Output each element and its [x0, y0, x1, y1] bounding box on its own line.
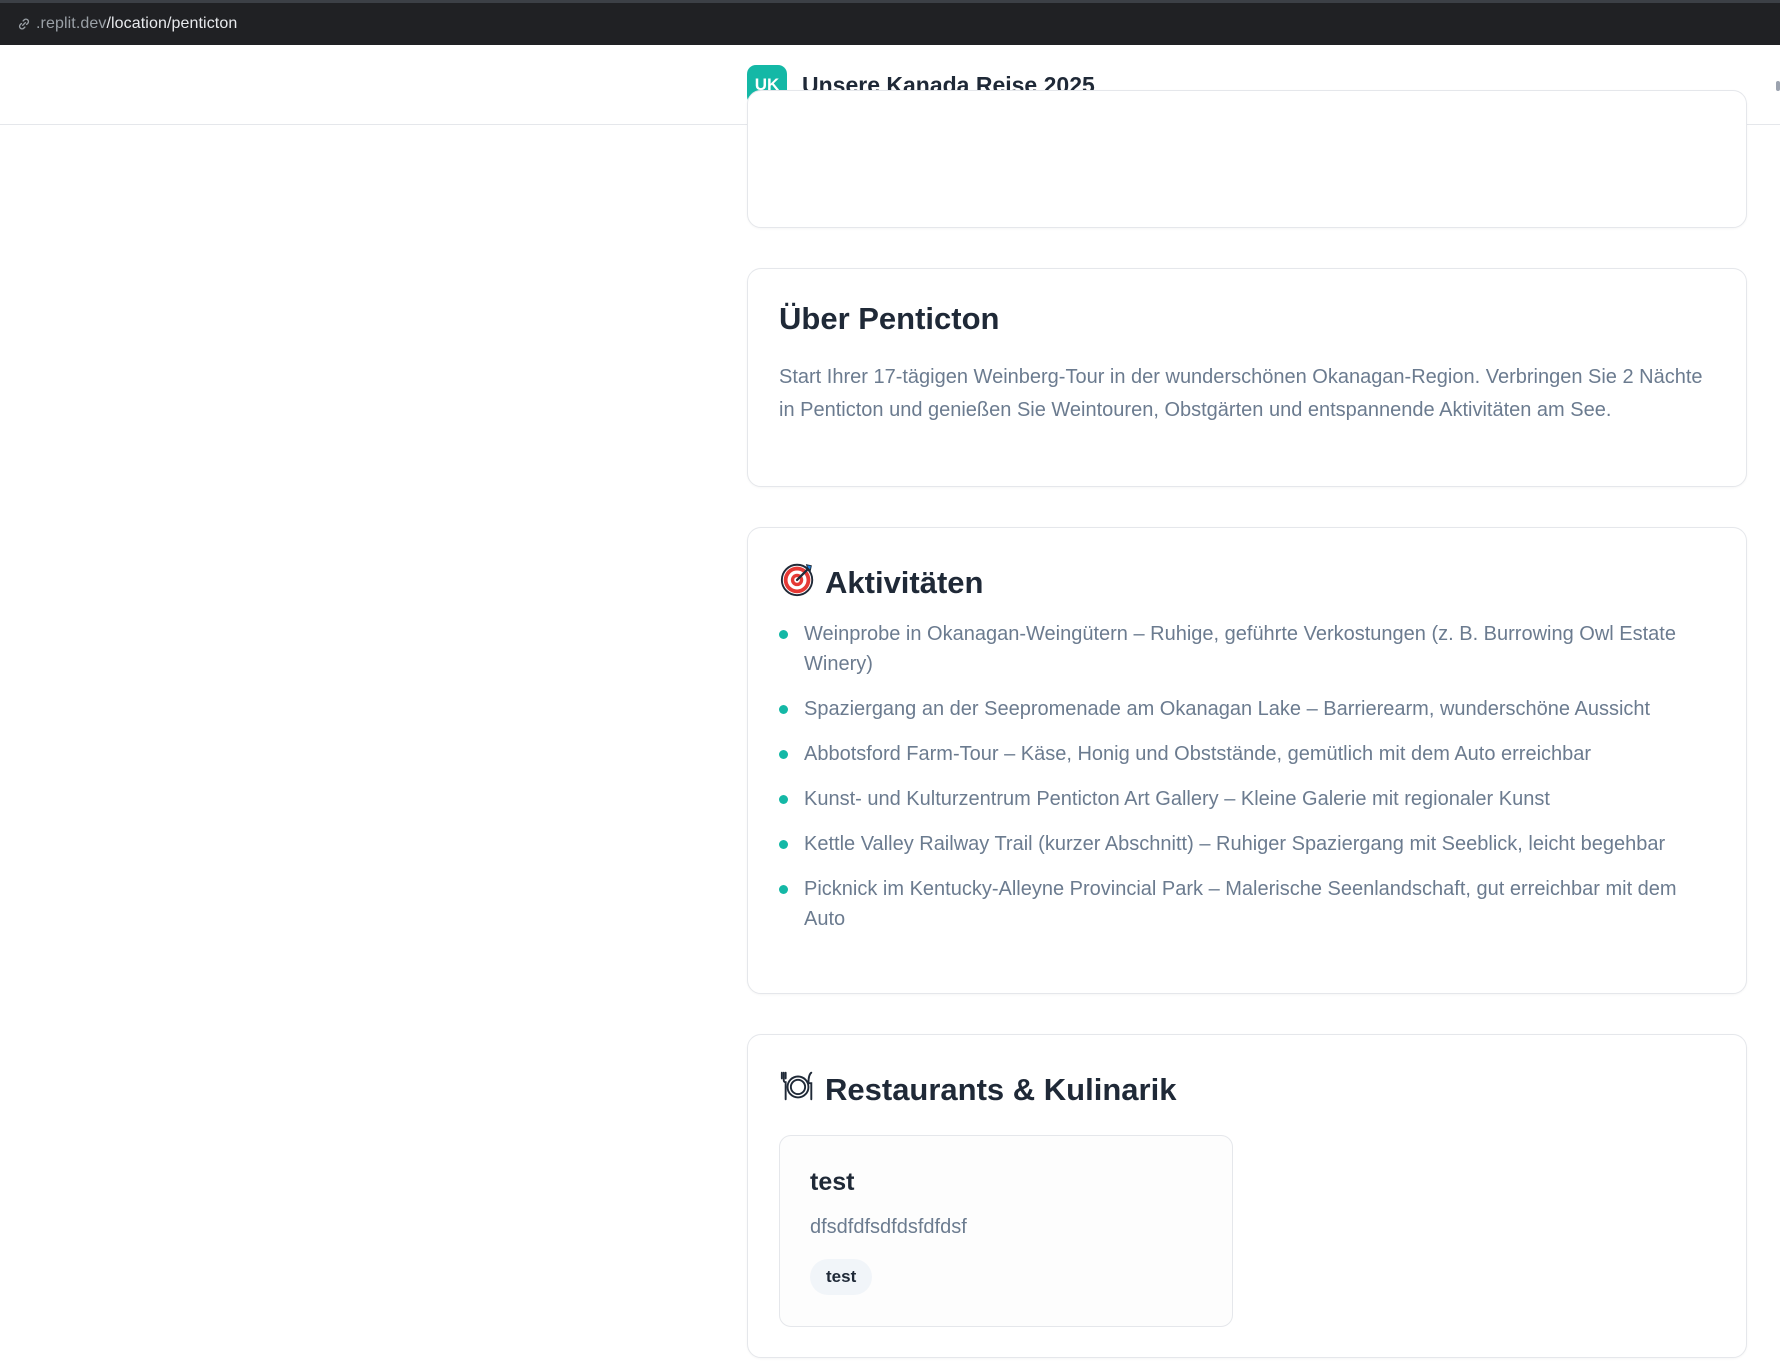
header-edge-control[interactable] [1776, 81, 1780, 91]
restaurants-heading: Restaurants & Kulinarik [825, 1072, 1177, 1107]
restaurant-tag: test [810, 1259, 873, 1295]
activity-item: Kettle Valley Railway Trail (kurzer Absc… [779, 829, 1719, 859]
restaurant-card[interactable]: test dfsdfdfsdfdsfdfdsf test [779, 1135, 1233, 1327]
activities-heading-row: Aktivitäten [779, 560, 983, 606]
activity-item: Kunst- und Kulturzentrum Penticton Art G… [779, 784, 1719, 814]
restaurants-heading-row: Restaurants & Kulinarik [779, 1067, 1176, 1113]
restaurants-card: Restaurants & Kulinarik test dfsdfdfsdfd… [747, 1034, 1747, 1358]
about-text: Start Ihrer 17-tägigen Weinberg-Tour in … [779, 366, 1703, 421]
activities-list: Weinprobe in Okanagan-Weingütern – Ruhig… [779, 619, 1719, 949]
url-path: /location/penticton [106, 15, 238, 32]
about-card: Über Penticton Start Ihrer 17-tägigen We… [747, 268, 1747, 487]
restaurant-name: test [810, 1168, 855, 1196]
activities-card: Aktivitäten Weinprobe in Okanagan-Weingü… [747, 527, 1747, 994]
browser-url-bar[interactable]: .replit.dev/location/penticton [0, 0, 1780, 45]
link-icon [16, 16, 32, 32]
about-heading: Über Penticton [779, 301, 1000, 336]
activity-item: Weinprobe in Okanagan-Weingütern – Ruhig… [779, 619, 1719, 679]
restaurant-description: dfsdfdfsdfdsfdfdsf [810, 1216, 967, 1238]
url-text[interactable]: .replit.dev/location/penticton [36, 15, 237, 33]
target-icon [779, 560, 825, 606]
activity-item: Abbotsford Farm-Tour – Käse, Honig und O… [779, 739, 1719, 769]
plate-cutlery-icon [779, 1067, 825, 1113]
url-domain: .replit.dev [36, 15, 107, 32]
activity-item: Spaziergang an der Seepromenade am Okana… [779, 694, 1719, 724]
map-card [747, 90, 1747, 228]
activities-heading: Aktivitäten [825, 565, 984, 600]
activity-item: Picknick im Kentucky-Alleyne Provincial … [779, 874, 1719, 934]
